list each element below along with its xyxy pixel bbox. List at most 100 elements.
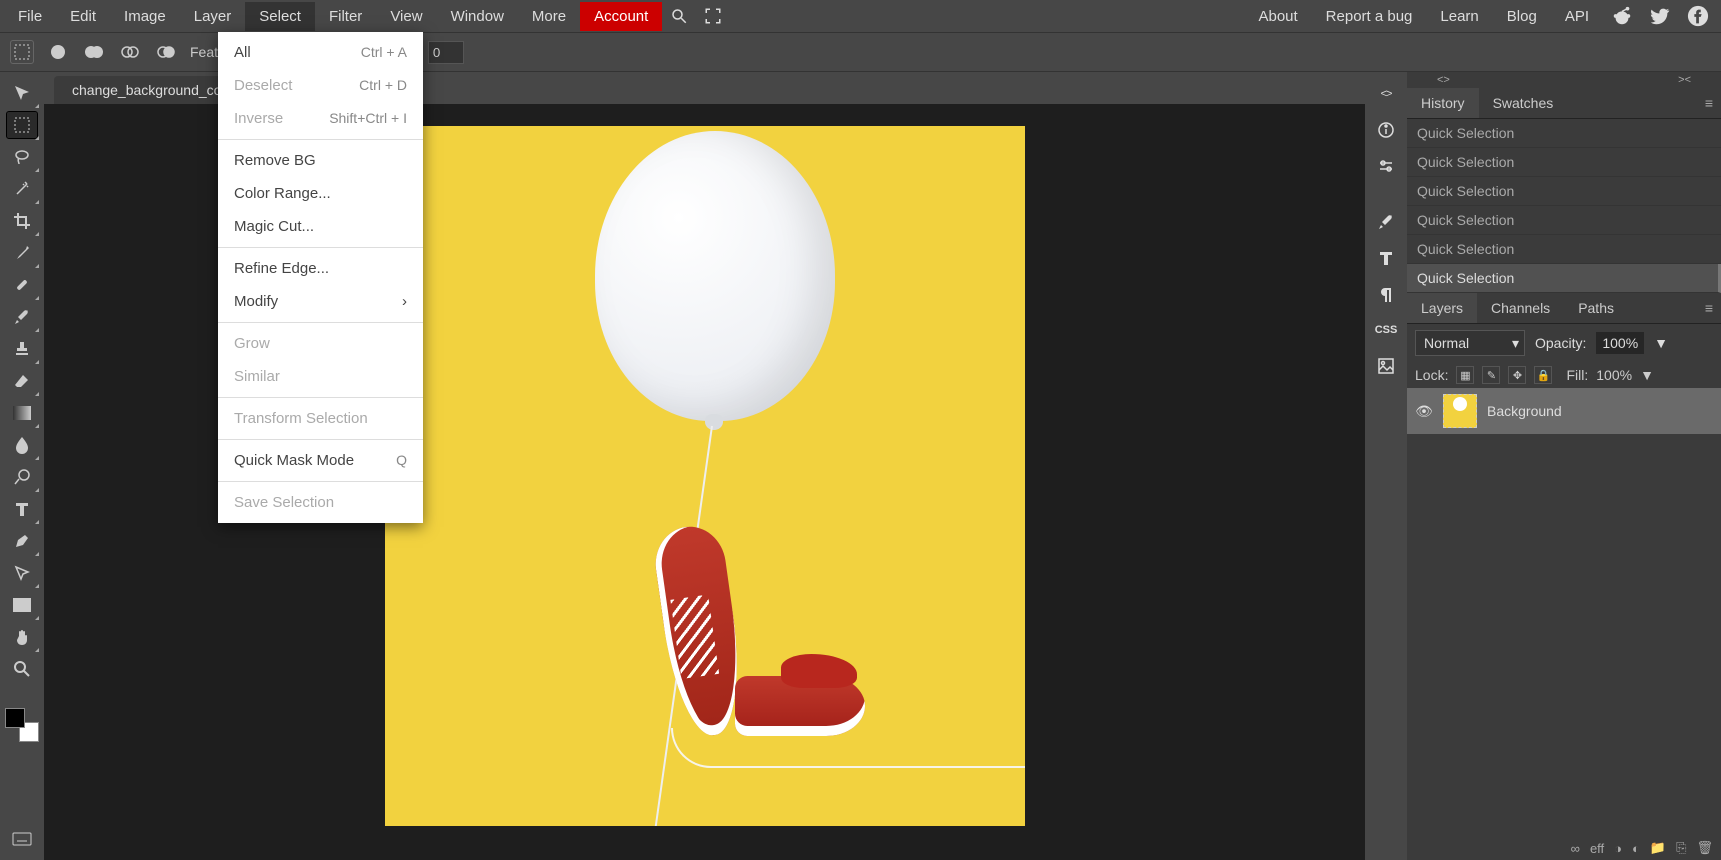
path-select-tool[interactable] <box>7 560 37 586</box>
lock-move-icon[interactable]: ✥ <box>1508 366 1526 384</box>
height-input[interactable] <box>428 41 464 64</box>
menu-more[interactable]: More <box>518 2 580 31</box>
menu-modify[interactable]: Modify› <box>218 285 423 318</box>
panel-collapse-left[interactable]: <> <box>1437 74 1450 86</box>
fill-dropdown-icon[interactable]: ▼ <box>1640 367 1654 383</box>
menu-image[interactable]: Image <box>110 2 180 31</box>
twitter-icon[interactable] <box>1641 1 1679 31</box>
visibility-icon[interactable]: 👁 <box>1415 403 1433 420</box>
opacity-dropdown-icon[interactable]: ▼ <box>1654 335 1668 351</box>
wand-tool[interactable] <box>7 176 37 202</box>
tab-history[interactable]: History <box>1407 88 1479 118</box>
adjustment-icon[interactable]: ◐ <box>1632 841 1640 856</box>
pen-tool[interactable] <box>7 528 37 554</box>
link-blog[interactable]: Blog <box>1493 2 1551 31</box>
history-item[interactable]: Quick Selection <box>1407 177 1721 206</box>
menu-file[interactable]: File <box>4 2 56 31</box>
lock-brush-icon[interactable]: ✎ <box>1482 366 1500 384</box>
tab-layers[interactable]: Layers <box>1407 293 1477 323</box>
menu-all[interactable]: AllCtrl + A <box>218 36 423 69</box>
fill-value[interactable]: 100% <box>1596 367 1632 383</box>
gradient-tool[interactable] <box>7 400 37 426</box>
brush-panel-icon[interactable] <box>1372 208 1400 236</box>
marquee-tool[interactable] <box>7 112 37 138</box>
css-icon[interactable]: CSS <box>1372 316 1400 344</box>
mask-icon[interactable]: ◑ <box>1614 841 1622 856</box>
hand-tool[interactable] <box>7 624 37 650</box>
lock-all-icon[interactable]: 🔒 <box>1534 366 1552 384</box>
menu-color-range[interactable]: Color Range... <box>218 177 423 210</box>
info-icon[interactable] <box>1372 116 1400 144</box>
menu-account[interactable]: Account <box>580 2 662 31</box>
selection-intersect-icon[interactable] <box>154 40 178 64</box>
link-layers-icon[interactable]: ∞ <box>1571 841 1580 856</box>
shape-tool[interactable] <box>7 592 37 618</box>
lasso-tool[interactable] <box>7 144 37 170</box>
folder-icon[interactable]: 📁 <box>1650 840 1666 856</box>
keyboard-icon[interactable] <box>7 826 37 852</box>
layers-menu-icon[interactable]: ≡ <box>1697 296 1721 320</box>
layer-row[interactable]: 👁 Background <box>1407 388 1721 434</box>
menu-window[interactable]: Window <box>437 2 518 31</box>
zoom-tool[interactable] <box>7 656 37 682</box>
collapse-left-icon[interactable]: <> <box>1372 80 1400 108</box>
color-swatches[interactable] <box>5 708 39 742</box>
history-item[interactable]: Quick Selection <box>1407 235 1721 264</box>
marquee-option-icon[interactable] <box>10 40 34 64</box>
link-learn[interactable]: Learn <box>1426 2 1492 31</box>
image-panel-icon[interactable] <box>1372 352 1400 380</box>
link-about[interactable]: About <box>1244 2 1311 31</box>
tab-swatches[interactable]: Swatches <box>1479 88 1568 118</box>
tab-channels[interactable]: Channels <box>1477 293 1564 323</box>
move-tool[interactable] <box>7 80 37 106</box>
crop-tool[interactable] <box>7 208 37 234</box>
canvas[interactable] <box>385 126 1025 826</box>
facebook-icon[interactable] <box>1679 1 1717 31</box>
menu-magic-cut[interactable]: Magic Cut... <box>218 210 423 243</box>
brush-tool[interactable] <box>7 304 37 330</box>
selection-new-icon[interactable] <box>46 40 70 64</box>
history-menu-icon[interactable]: ≡ <box>1697 91 1721 115</box>
text-tool[interactable] <box>7 496 37 522</box>
adjust-icon[interactable] <box>1372 152 1400 180</box>
trash-icon[interactable]: 🗑 <box>1696 840 1713 856</box>
lock-pixels-icon[interactable]: ▦ <box>1456 366 1474 384</box>
layer-thumbnail[interactable] <box>1443 394 1477 428</box>
history-item[interactable]: Quick Selection <box>1407 119 1721 148</box>
eraser-tool[interactable] <box>7 368 37 394</box>
paragraph-icon[interactable] <box>1372 280 1400 308</box>
opacity-value[interactable]: 100% <box>1596 332 1644 354</box>
search-icon[interactable] <box>662 3 696 29</box>
text-panel-icon[interactable] <box>1372 244 1400 272</box>
tab-paths[interactable]: Paths <box>1564 293 1628 323</box>
blend-mode-select[interactable]: Normal <box>1415 330 1525 356</box>
selection-subtract-icon[interactable] <box>118 40 142 64</box>
document-tab[interactable]: change_background_co <box>54 76 239 104</box>
blur-tool[interactable] <box>7 432 37 458</box>
menu-select[interactable]: Select <box>245 2 315 31</box>
link-api[interactable]: API <box>1551 2 1603 31</box>
menu-filter[interactable]: Filter <box>315 2 376 31</box>
heal-tool[interactable] <box>7 272 37 298</box>
menu-edit[interactable]: Edit <box>56 2 110 31</box>
menu-remove-bg[interactable]: Remove BG <box>218 144 423 177</box>
dodge-tool[interactable] <box>7 464 37 490</box>
eyedropper-tool[interactable] <box>7 240 37 266</box>
opacity-label: Opacity: <box>1535 335 1586 351</box>
history-item[interactable]: Quick Selection <box>1407 206 1721 235</box>
panel-collapse-right[interactable]: >< <box>1678 74 1691 86</box>
menu-refine-edge[interactable]: Refine Edge... <box>218 252 423 285</box>
menu-view[interactable]: View <box>376 2 436 31</box>
menu-quick-mask[interactable]: Quick Mask ModeQ <box>218 444 423 477</box>
history-item[interactable]: Quick Selection <box>1407 148 1721 177</box>
fullscreen-icon[interactable] <box>696 3 730 29</box>
menu-layer[interactable]: Layer <box>180 2 246 31</box>
reddit-icon[interactable] <box>1603 1 1641 31</box>
effects-icon[interactable]: eff <box>1590 841 1604 856</box>
history-item[interactable]: Quick Selection <box>1407 264 1721 293</box>
history-panel-head: History Swatches ≡ <box>1407 88 1721 119</box>
new-layer-icon[interactable]: ⎘ <box>1676 840 1686 856</box>
link-report-bug[interactable]: Report a bug <box>1312 2 1427 31</box>
selection-add-icon[interactable] <box>82 40 106 64</box>
stamp-tool[interactable] <box>7 336 37 362</box>
